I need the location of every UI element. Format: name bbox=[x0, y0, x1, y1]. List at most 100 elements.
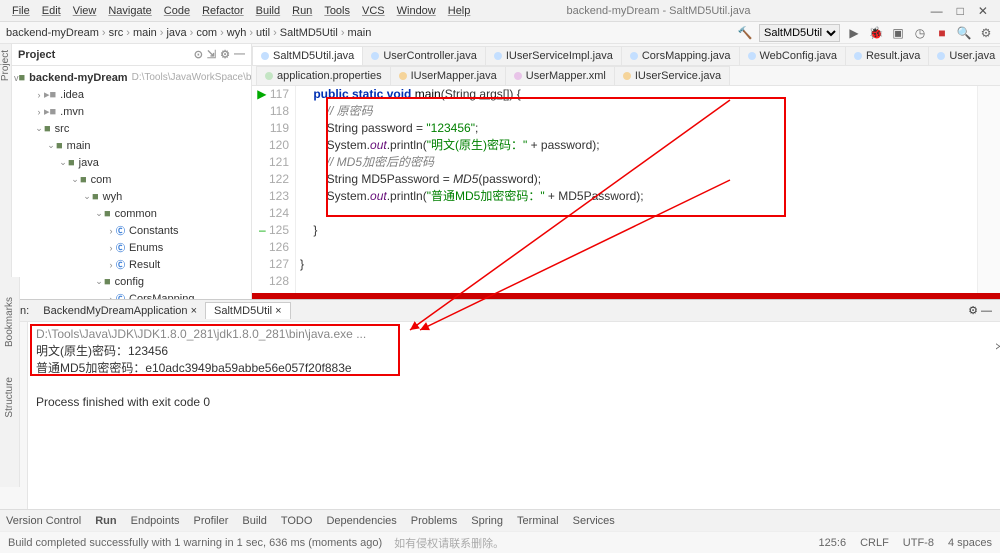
bottom-tab-spring[interactable]: Spring bbox=[471, 515, 503, 527]
crumb-6[interactable]: util bbox=[256, 27, 270, 39]
run-config-select[interactable]: SaltMD5Util bbox=[759, 24, 840, 42]
hide-icon[interactable]: — bbox=[234, 48, 245, 61]
crumb-5[interactable]: wyh bbox=[227, 27, 247, 39]
build-icon[interactable]: 🔨 bbox=[737, 25, 753, 41]
coverage-icon[interactable]: ▣ bbox=[890, 25, 906, 41]
code-body[interactable]: public static void main(String args[]) {… bbox=[296, 86, 977, 299]
editor-tab[interactable]: IUserMapper.java bbox=[390, 66, 506, 85]
profile-icon[interactable]: ◷ bbox=[912, 25, 928, 41]
tree-item[interactable]: ⌄■wyh bbox=[14, 188, 249, 205]
menubar: FileEditViewNavigateCodeRefactorBuildRun… bbox=[0, 0, 1000, 22]
editor-tab[interactable]: WebConfig.java bbox=[739, 46, 846, 65]
run-settings-icon[interactable]: ⚙ — bbox=[968, 304, 992, 317]
editor-tab[interactable]: UserMapper.xml bbox=[505, 66, 615, 85]
window-controls: — □ ✕ bbox=[931, 4, 994, 18]
editor-tab[interactable]: CorsMapping.java bbox=[621, 46, 740, 65]
bottom-tab-services[interactable]: Services bbox=[573, 515, 615, 527]
status-cell[interactable]: 125:6 bbox=[819, 537, 847, 549]
tree-item[interactable]: ⌄■com bbox=[14, 171, 249, 188]
collapse-icon[interactable]: ⚙ bbox=[220, 48, 230, 61]
minimize-icon[interactable]: — bbox=[931, 4, 943, 18]
editor-area: SaltMD5Util.javaUserController.javaIUser… bbox=[252, 44, 1000, 299]
status-bar: Build completed successfully with 1 warn… bbox=[0, 531, 1000, 553]
settings-icon[interactable]: ⚙ bbox=[978, 25, 994, 41]
menu-edit[interactable]: Edit bbox=[36, 3, 67, 19]
crumb-0[interactable]: backend-myDream bbox=[6, 27, 99, 39]
project-panel-title: Project bbox=[18, 49, 55, 61]
menu-navigate[interactable]: Navigate bbox=[102, 3, 157, 19]
run-icon[interactable]: ▶ bbox=[846, 25, 862, 41]
bottom-tab-run[interactable]: Run bbox=[95, 515, 116, 527]
menu-window[interactable]: Window bbox=[391, 3, 442, 19]
status-hint: 如有侵权请联系删除。 bbox=[394, 535, 504, 551]
tree-item[interactable]: ⌄■src bbox=[14, 120, 249, 137]
left-tool-rail-lower: Bookmarks Structure bbox=[0, 277, 20, 487]
crumb-1[interactable]: src bbox=[109, 27, 124, 39]
maximize-icon[interactable]: □ bbox=[957, 4, 964, 18]
bottom-tab-todo[interactable]: TODO bbox=[281, 515, 313, 527]
menu-run[interactable]: Run bbox=[286, 3, 318, 19]
bottom-tab-version-control[interactable]: Version Control bbox=[6, 515, 81, 527]
editor-tab[interactable]: SaltMD5Util.java bbox=[252, 46, 363, 65]
bottom-tab-profiler[interactable]: Profiler bbox=[194, 515, 229, 527]
project-tree[interactable]: v■backend-myDreamD:\Tools\JavaWorkSpace\… bbox=[12, 66, 251, 299]
status-cell[interactable]: CRLF bbox=[860, 537, 889, 549]
bottom-tab-endpoints[interactable]: Endpoints bbox=[131, 515, 180, 527]
menu-vcs[interactable]: VCS bbox=[356, 3, 391, 19]
minimap[interactable] bbox=[977, 86, 1000, 299]
bottom-tab-problems[interactable]: Problems bbox=[411, 515, 457, 527]
editor-tab[interactable]: IUserServiceImpl.java bbox=[485, 46, 622, 65]
tree-item[interactable]: ›▸■.idea bbox=[14, 86, 249, 103]
editor-tab[interactable]: IUserService.java bbox=[614, 66, 730, 85]
crumb-4[interactable]: com bbox=[196, 27, 217, 39]
editor-tab[interactable]: User.java bbox=[928, 46, 1000, 65]
structure-tool-button[interactable]: Structure bbox=[4, 377, 15, 418]
menu-view[interactable]: View bbox=[67, 3, 103, 19]
run-tab[interactable]: SaltMD5Util × bbox=[205, 302, 291, 319]
crumb-8[interactable]: main bbox=[347, 27, 371, 39]
project-tool-button[interactable]: Project bbox=[0, 50, 11, 81]
tree-item[interactable]: ›ⒸConstants bbox=[14, 222, 249, 239]
gutter: ▶ 117118119120121122123124– 125126127128 bbox=[252, 86, 296, 299]
scrollbar-error-stripe bbox=[252, 293, 1000, 299]
tree-item[interactable]: ⌄■main bbox=[14, 137, 249, 154]
debug-icon[interactable]: 🐞 bbox=[868, 25, 884, 41]
tree-item[interactable]: ›ⒸEnums bbox=[14, 239, 249, 256]
tree-item[interactable]: ›ⒸResult bbox=[14, 256, 249, 273]
tree-root[interactable]: v■backend-myDreamD:\Tools\JavaWorkSpace\… bbox=[14, 69, 249, 86]
bottom-tab-build[interactable]: Build bbox=[242, 515, 266, 527]
close-icon[interactable]: ✕ bbox=[978, 4, 988, 18]
console-output[interactable]: D:\Tools\Java\JDK\JDK1.8.0_281\jdk1.8.0_… bbox=[28, 322, 1000, 509]
tree-item[interactable]: ⌄■java bbox=[14, 154, 249, 171]
editor-tab[interactable]: Result.java bbox=[845, 46, 929, 65]
left-tool-rail: Project bbox=[0, 44, 12, 299]
expand-icon[interactable]: ⇲ bbox=[207, 48, 216, 61]
tree-item[interactable]: ⌄■config bbox=[14, 273, 249, 290]
select-open-file-icon[interactable]: ⊙ bbox=[194, 48, 203, 61]
crumb-2[interactable]: main bbox=[133, 27, 157, 39]
menu-refactor[interactable]: Refactor bbox=[196, 3, 250, 19]
menu-help[interactable]: Help bbox=[442, 3, 477, 19]
status-cell[interactable]: UTF-8 bbox=[903, 537, 934, 549]
crumb-3[interactable]: java bbox=[166, 27, 186, 39]
editor-tab[interactable]: UserController.java bbox=[362, 46, 486, 65]
menu-code[interactable]: Code bbox=[158, 3, 196, 19]
breadcrumb[interactable]: backend-myDream›src›main›java›com›wyh›ut… bbox=[6, 27, 371, 39]
editor-tab[interactable]: application.properties bbox=[256, 66, 391, 85]
status-message: Build completed successfully with 1 warn… bbox=[8, 537, 382, 549]
run-tab[interactable]: BackendMyDreamApplication × bbox=[35, 303, 205, 319]
bottom-tab-terminal[interactable]: Terminal bbox=[517, 515, 559, 527]
menu-file[interactable]: File bbox=[6, 3, 36, 19]
menu-tools[interactable]: Tools bbox=[318, 3, 356, 19]
stop-icon[interactable]: ■ bbox=[934, 25, 950, 41]
menu-build[interactable]: Build bbox=[250, 3, 286, 19]
tree-item[interactable]: ⌄■common bbox=[14, 205, 249, 222]
bookmarks-tool-button[interactable]: Bookmarks bbox=[4, 297, 15, 347]
crumb-7[interactable]: SaltMD5Util bbox=[280, 27, 338, 39]
tree-item[interactable]: ›ⒸCorsMapping bbox=[14, 290, 249, 299]
editor-tabs-row2: application.propertiesIUserMapper.javaUs… bbox=[252, 66, 1000, 86]
tree-item[interactable]: ›▸■.mvn bbox=[14, 103, 249, 120]
search-icon[interactable]: 🔍 bbox=[956, 25, 972, 41]
status-cell[interactable]: 4 spaces bbox=[948, 537, 992, 549]
bottom-tab-dependencies[interactable]: Dependencies bbox=[326, 515, 396, 527]
